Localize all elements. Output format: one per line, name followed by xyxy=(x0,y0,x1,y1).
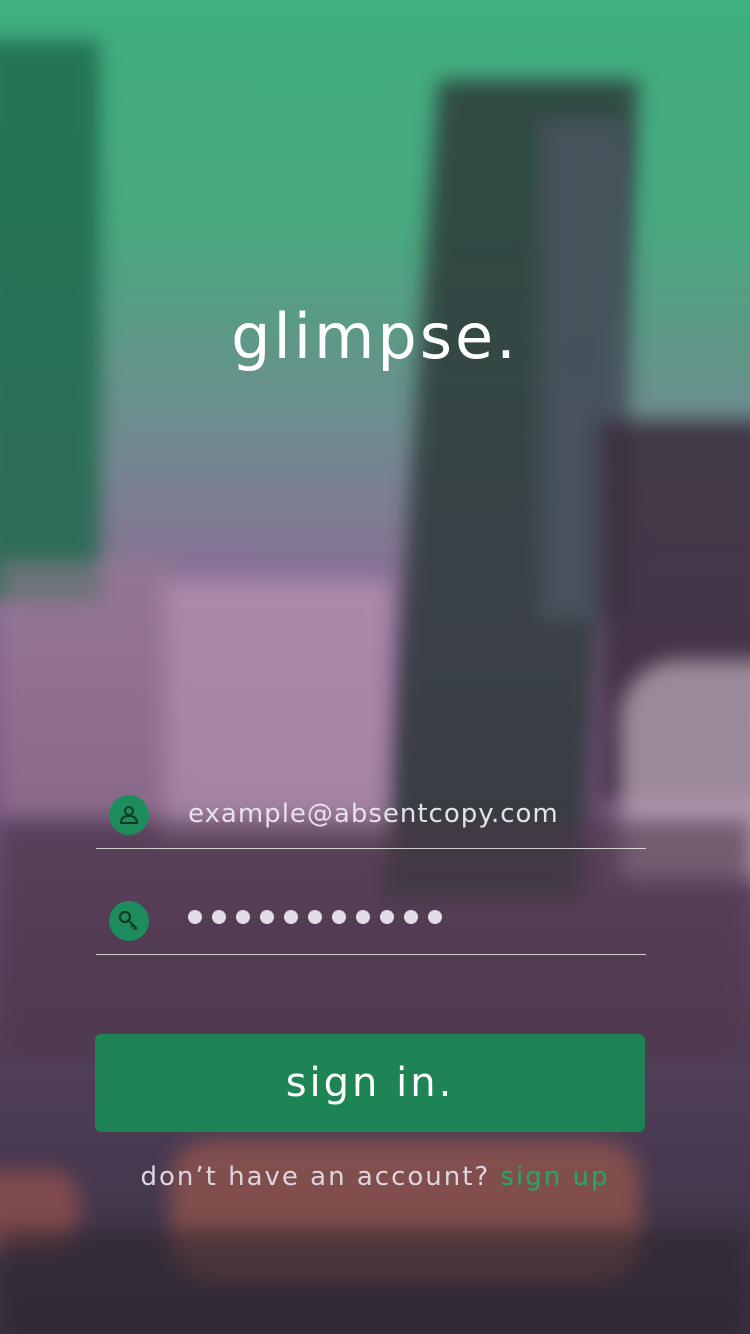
password-mask-dot xyxy=(284,910,298,924)
email-input[interactable] xyxy=(188,792,628,836)
password-mask-dot xyxy=(356,910,370,924)
app-logo: glimpse. xyxy=(231,300,519,373)
password-mask-dot xyxy=(428,910,442,924)
background-building xyxy=(0,560,170,820)
password-mask-dot xyxy=(260,910,274,924)
password-mask-dot xyxy=(380,910,394,924)
background-image xyxy=(0,0,750,1334)
password-input[interactable] xyxy=(188,910,442,924)
password-mask-dot xyxy=(212,910,226,924)
key-icon xyxy=(109,901,149,941)
email-field[interactable] xyxy=(96,788,646,849)
sign-up-link[interactable]: sign up xyxy=(501,1162,610,1192)
password-mask-dot xyxy=(332,910,346,924)
sign-in-button[interactable]: sign in. xyxy=(95,1034,645,1132)
signup-prompt: don’t have an account? sign up xyxy=(0,1162,750,1192)
password-mask-dot xyxy=(308,910,322,924)
background-road xyxy=(0,1230,750,1334)
password-mask-dot xyxy=(236,910,250,924)
password-field[interactable] xyxy=(96,894,646,955)
password-mask-dot xyxy=(404,910,418,924)
password-mask-dot xyxy=(188,910,202,924)
signup-prompt-text: don’t have an account? xyxy=(140,1162,501,1192)
user-icon xyxy=(109,795,149,835)
